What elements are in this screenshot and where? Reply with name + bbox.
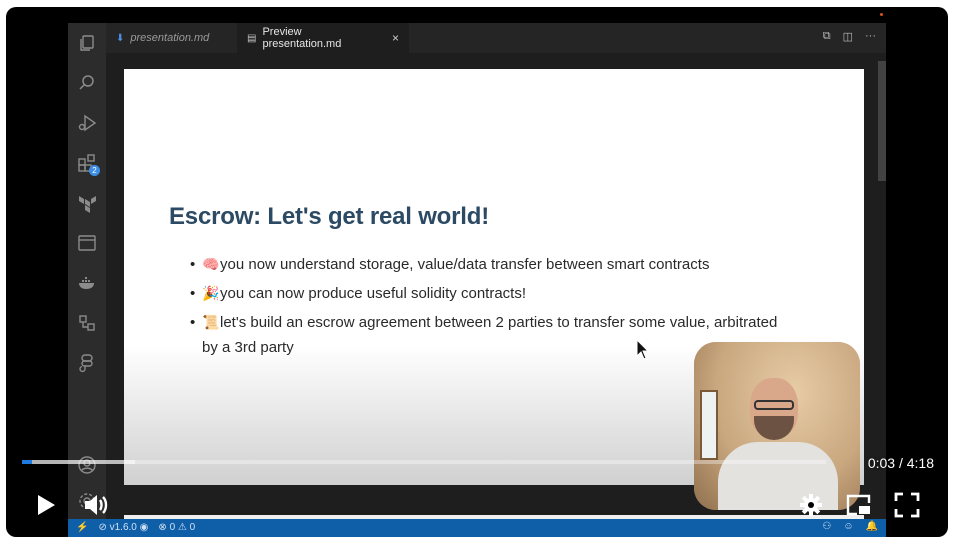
buffered-bar [22,460,135,464]
fullscreen-button[interactable] [893,491,921,519]
terraform-icon[interactable] [77,193,97,213]
account-icon[interactable] [77,455,97,475]
recording-dot [880,13,883,16]
bullet-text: you can now produce useful solidity cont… [220,285,526,302]
volume-button[interactable] [82,491,110,519]
bullet-text: let's build an escrow agreement between … [202,314,778,356]
version-indicator[interactable]: ⊘ v1.6.0 ◉ [98,522,148,533]
feedback-icon[interactable]: ☺ [843,521,853,532]
tab-bar: ⬇ presentation.md ▤ Preview presentation… [106,23,886,53]
fullscreen-icon [894,492,920,518]
extensions-badge: 2 [89,165,100,176]
party-popper-emoji-icon: 🎉 [202,285,220,301]
speaker-icon [85,495,97,515]
tab-preview-presentation-md[interactable]: ▤ Preview presentation.md × [237,23,409,53]
docker-icon[interactable] [77,273,97,293]
panel-icon[interactable] [77,233,97,253]
markdown-icon: ⬇ [116,32,125,44]
play-button[interactable] [32,491,60,519]
activity-bar: 2 [68,23,106,519]
files-icon[interactable] [77,33,97,53]
figma-icon[interactable] [77,353,97,373]
settings-button[interactable] [797,491,825,519]
picture-in-picture-button[interactable] [845,491,873,519]
bullet-text: you now understand storage, value/data t… [220,256,710,273]
bullet-item: 🎉you can now produce useful solidity con… [190,281,790,306]
brain-emoji-icon: 🧠 [202,256,220,272]
open-source-icon[interactable]: ⧉ [823,30,831,43]
tab-presentation-md[interactable]: ⬇ presentation.md [106,23,234,53]
editor-actions: ⧉ ◫ ··· [823,30,876,43]
time-display: 0:03 / 4:18 [867,455,934,471]
scrollbar-thumb[interactable] [878,61,886,181]
slide-title: Escrow: Let's get real world! [169,203,489,230]
run-debug-icon[interactable] [77,113,97,133]
remote-icon[interactable]: ⚡ [76,522,88,533]
close-tab-icon[interactable]: × [392,31,399,45]
search-icon[interactable] [77,73,97,93]
tab-label: Preview presentation.md [262,26,342,50]
progress-bar[interactable] [22,460,826,464]
notifications-icon[interactable]: 🔔 [866,521,878,532]
played-bar [22,460,32,464]
extensions-icon[interactable]: 2 [77,153,100,176]
status-bar: ⚡ ⊘ v1.6.0 ◉ ⊗ 0 ⚠ 0 ⚇ ☺ 🔔 [68,519,886,537]
tab-label: presentation.md [130,32,210,44]
error-count: 0 [169,522,176,533]
scroll-emoji-icon: 📜 [202,314,220,330]
remote-explorer-icon[interactable] [77,313,97,333]
preview-icon: ▤ [247,32,257,44]
warning-count: 0 [189,522,196,533]
split-editor-icon[interactable]: ◫ [843,30,853,43]
live-share-icon[interactable]: ⚇ [822,521,831,532]
video-player[interactable]: 2 ⬇ presentation.md ▤ Preview presentati… [6,7,948,537]
problems-indicator[interactable]: ⊗ 0 ⚠ 0 [158,522,195,533]
play-icon [38,495,55,515]
mouse-cursor-icon [636,339,650,360]
webcam-overlay [694,342,860,510]
bullet-item: 🧠you now understand storage, value/data … [190,252,790,277]
version-label: v1.6.0 [109,522,137,533]
more-actions-icon[interactable]: ··· [865,30,876,43]
